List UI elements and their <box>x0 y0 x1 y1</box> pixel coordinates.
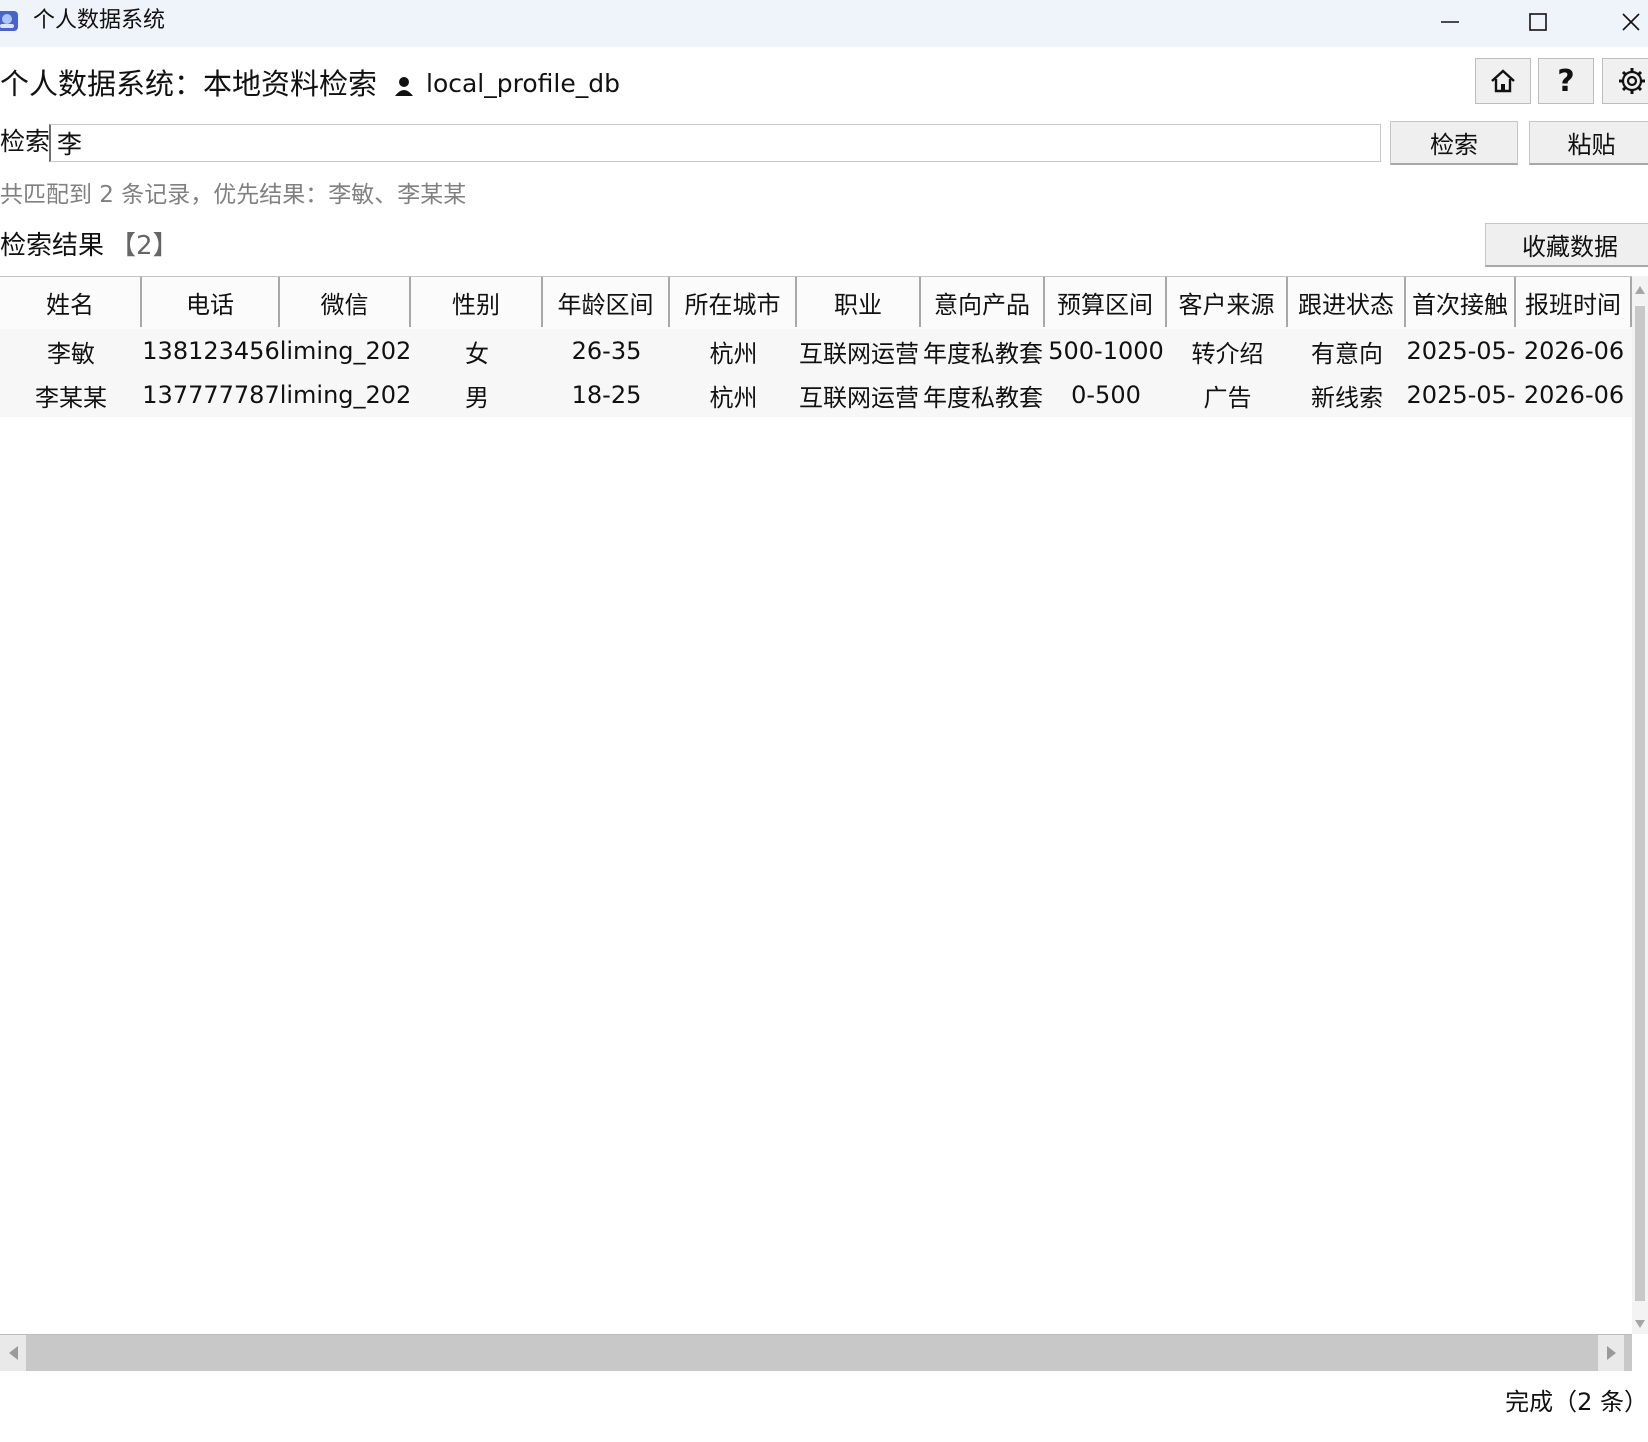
cell-source: 转介绍 <box>1191 339 1264 368</box>
cell-first-contact: 2025-05- <box>1406 337 1516 365</box>
cell-follow-status: 新线索 <box>1311 383 1383 412</box>
table-header: 姓名 电话 微信 性别 年龄区间 所在城市 职业 意向产品 预算区间 客户来源 … <box>0 276 1632 331</box>
column-header-phone[interactable]: 电话 <box>142 277 280 327</box>
favorite-data-button[interactable]: 收藏数据 <box>1485 223 1648 267</box>
search-label: 检索 <box>0 127 51 156</box>
scroll-right-button[interactable] <box>1598 1335 1624 1371</box>
column-header-product[interactable]: 意向产品 <box>921 277 1045 327</box>
column-header-occupation[interactable]: 职业 <box>797 277 921 327</box>
column-header-city[interactable]: 所在城市 <box>670 277 797 327</box>
title-bar: 个人数据系统 <box>0 0 1648 47</box>
results-title: 检索结果 <box>0 231 105 261</box>
table-row[interactable]: 李敏 138123456 liming_202 女 26-35 杭州 互联网运营… <box>0 329 1632 373</box>
column-header-source[interactable]: 客户来源 <box>1167 277 1288 327</box>
cell-budget: 500-1000 <box>1048 337 1164 365</box>
column-header-name[interactable]: 姓名 <box>0 277 142 327</box>
close-button[interactable] <box>1596 0 1648 44</box>
search-button[interactable]: 检索 <box>1390 121 1518 165</box>
cell-follow-status: 有意向 <box>1311 339 1383 368</box>
close-icon <box>1622 13 1640 31</box>
cell-age-range: 18-25 <box>571 381 642 409</box>
column-header-follow-status[interactable]: 跟进状态 <box>1288 277 1406 327</box>
minimize-icon <box>1441 21 1459 23</box>
cell-source: 广告 <box>1203 383 1252 412</box>
cell-occupation: 互联网运营 <box>799 339 919 368</box>
search-input[interactable] <box>49 124 1381 162</box>
horizontal-scrollbar[interactable] <box>0 1334 1632 1371</box>
cell-phone: 137777787 <box>142 381 280 409</box>
help-button[interactable]: ? <box>1538 58 1594 104</box>
cell-first-contact: 2025-05- <box>1406 381 1516 409</box>
scroll-left-button[interactable] <box>0 1335 26 1371</box>
cell-age-range: 26-35 <box>571 337 642 365</box>
cell-occupation: 互联网运营 <box>799 383 919 412</box>
minimize-button[interactable] <box>1415 0 1485 44</box>
column-header-age-range[interactable]: 年龄区间 <box>543 277 670 327</box>
cell-enroll-time: 2026-06 <box>1523 337 1625 365</box>
app-logo-icon <box>0 11 18 31</box>
cell-product: 年度私教套 <box>923 339 1043 368</box>
cell-wechat: liming_202 <box>280 337 411 365</box>
match-summary: 共匹配到 2 条记录，优先结果：李敏、李某某 <box>0 182 467 208</box>
scroll-up-arrow-icon[interactable] <box>1635 286 1645 294</box>
column-header-wechat[interactable]: 微信 <box>280 277 411 327</box>
cell-gender: 女 <box>465 339 489 368</box>
cell-gender: 男 <box>465 383 489 412</box>
cell-city: 杭州 <box>709 339 758 368</box>
scrollbar-corner <box>1632 1334 1648 1370</box>
home-icon <box>1491 69 1515 93</box>
vertical-scroll-thumb[interactable] <box>1635 306 1645 1301</box>
settings-button[interactable] <box>1602 58 1648 104</box>
cell-name: 李敏 <box>47 339 95 368</box>
results-count: 【2】 <box>110 231 179 261</box>
page-title: 个人数据系统：本地资料检索 <box>0 67 378 101</box>
column-header-gender[interactable]: 性别 <box>411 277 543 327</box>
user-icon <box>395 77 413 96</box>
help-icon: ? <box>1557 63 1575 99</box>
table-row[interactable]: 李某某 137777787 liming_202 男 18-25 杭州 互联网运… <box>0 373 1632 417</box>
cell-product: 年度私教套 <box>923 383 1043 412</box>
cell-phone: 138123456 <box>142 337 280 365</box>
cell-name: 李某某 <box>35 383 107 412</box>
column-header-enroll-time[interactable]: 报班时间 <box>1516 277 1632 327</box>
scroll-right-arrow-icon <box>1606 1346 1616 1360</box>
column-header-budget[interactable]: 预算区间 <box>1045 277 1167 327</box>
maximize-button[interactable] <box>1503 0 1573 44</box>
maximize-icon <box>1529 13 1547 31</box>
paste-button[interactable]: 粘贴 <box>1529 121 1648 165</box>
status-text: 完成（2 条） <box>1505 1388 1648 1416</box>
home-button[interactable] <box>1475 58 1531 104</box>
database-name: local_profile_db <box>426 69 620 98</box>
cell-city: 杭州 <box>709 383 758 412</box>
vertical-scrollbar[interactable] <box>1632 276 1648 1334</box>
cell-wechat: liming_202 <box>280 381 411 409</box>
scroll-down-arrow-icon[interactable] <box>1635 1320 1645 1328</box>
window-title: 个人数据系统 <box>33 8 166 33</box>
cell-budget: 0-500 <box>1071 381 1141 409</box>
results-table: 姓名 电话 微信 性别 年龄区间 所在城市 职业 意向产品 预算区间 客户来源 … <box>0 276 1632 1334</box>
scroll-left-arrow-icon <box>8 1346 18 1360</box>
column-header-first-contact[interactable]: 首次接触 <box>1406 277 1516 327</box>
cell-enroll-time: 2026-06 <box>1523 381 1625 409</box>
gear-icon <box>1619 68 1645 94</box>
